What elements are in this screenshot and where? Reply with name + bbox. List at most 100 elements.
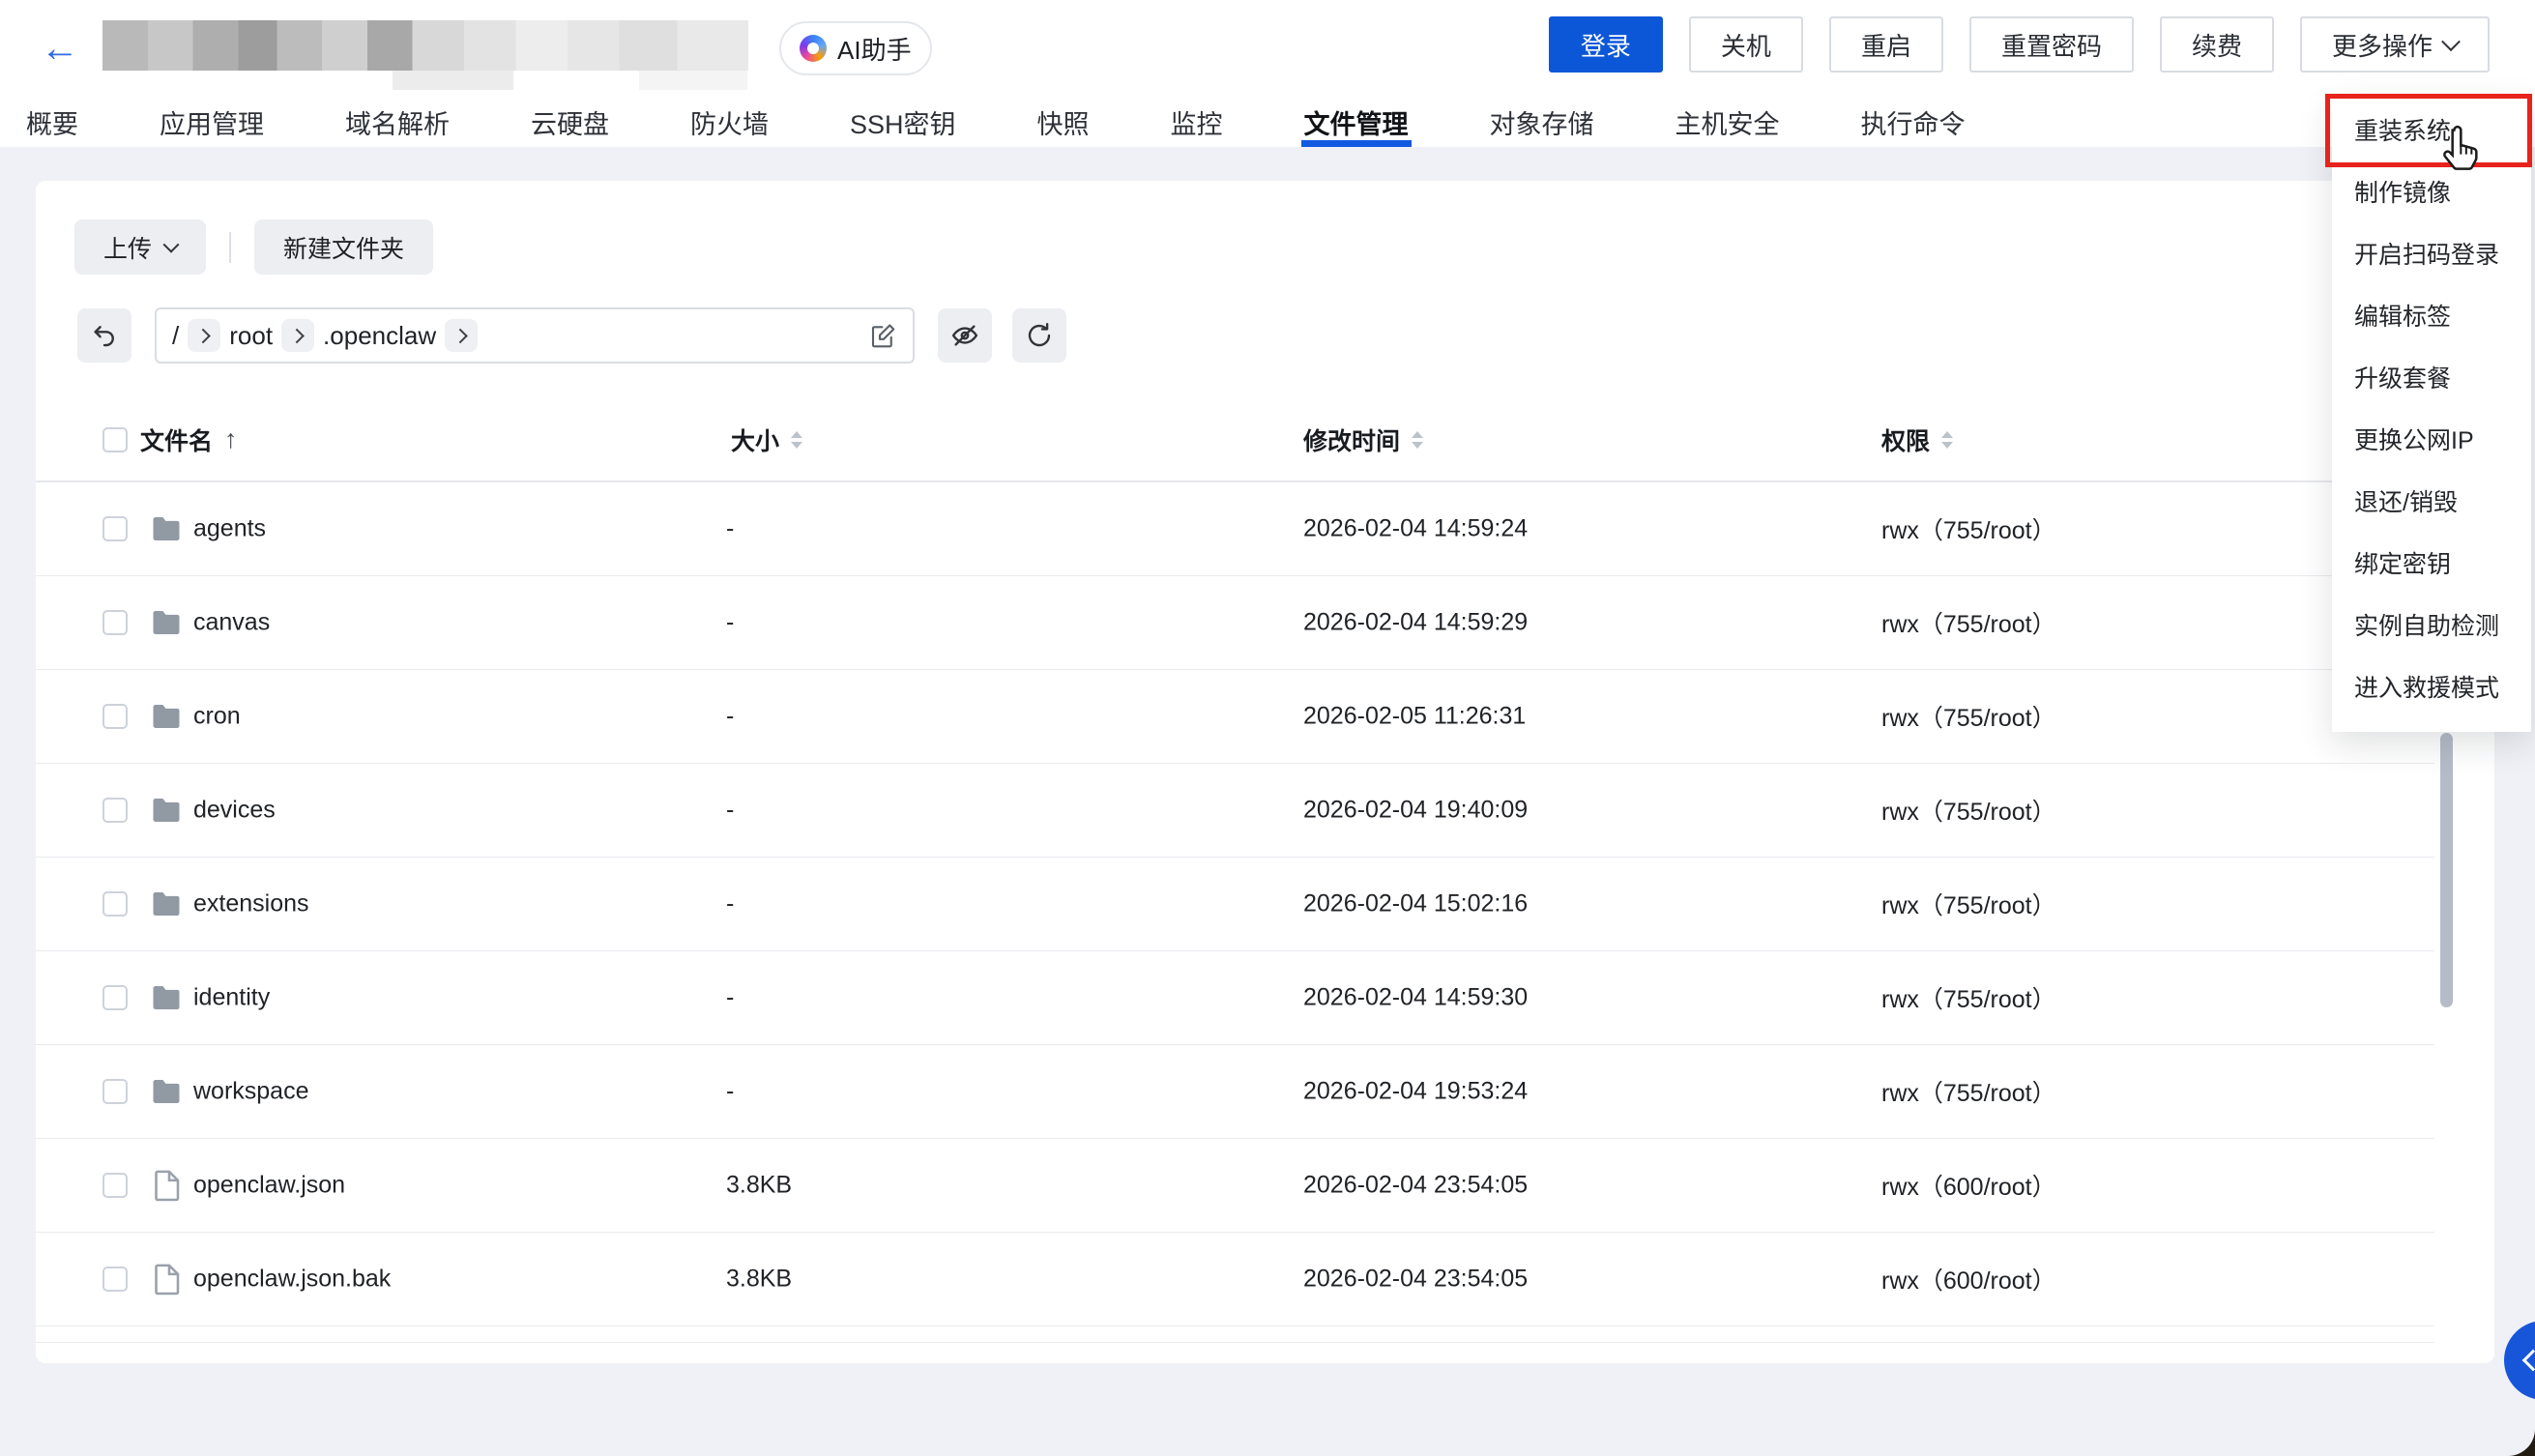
upload-label: 上传 [103, 230, 152, 265]
breadcrumb-root[interactable]: / [172, 321, 179, 351]
topbar-action-button[interactable]: 重启 [1829, 16, 1943, 73]
row-checkbox[interactable] [102, 1079, 128, 1104]
folder-icon [149, 605, 184, 640]
row-checkbox[interactable] [102, 704, 128, 729]
table-row[interactable]: canvas - 2026-02-04 14:59:29 rwx（755/roo… [36, 576, 2434, 670]
refresh-icon [1025, 321, 1054, 350]
topbar-action-button[interactable]: 登录 [1549, 16, 1663, 73]
row-checkbox[interactable] [102, 1267, 128, 1292]
table-row[interactable]: openclaw.json.bak 3.8KB 2026-02-04 23:54… [36, 1233, 2434, 1326]
tab[interactable]: 主机安全 [1675, 97, 1780, 147]
tab[interactable]: 概要 [26, 97, 78, 147]
table-scrollbar[interactable] [2440, 733, 2453, 1007]
tab[interactable]: 文件管理 [1304, 97, 1409, 147]
partial-row [36, 1326, 2434, 1343]
tab[interactable]: SSH密钥 [850, 97, 956, 147]
breadcrumb-segment[interactable]: .openclaw [273, 319, 436, 352]
chevron-down-icon [163, 236, 180, 252]
table-row[interactable]: devices - 2026-02-04 19:40:09 rwx（755/ro… [36, 764, 2434, 858]
file-size: 3.8KB [726, 1266, 792, 1294]
menu-item[interactable]: 退还/销毁 [2332, 472, 2531, 534]
breadcrumb-segment[interactable]: root [179, 319, 273, 352]
new-folder-button[interactable]: 新建文件夹 [254, 219, 433, 275]
file-size: 3.8KB [726, 1172, 792, 1200]
tab[interactable]: 监控 [1171, 97, 1223, 147]
column-header-permission[interactable]: 权限 [1881, 422, 1953, 457]
row-checkbox[interactable] [102, 798, 128, 823]
collapse-panel-button[interactable] [2504, 1321, 2535, 1400]
select-all-checkbox[interactable] [102, 427, 128, 452]
row-checkbox[interactable] [102, 891, 128, 917]
column-header-modified[interactable]: 修改时间 [1303, 422, 1423, 457]
table-header: 文件名 ↑ 大小 修改时间 权限 [36, 398, 2434, 482]
file-name: agents [193, 515, 266, 543]
chevron-right-icon [188, 319, 220, 352]
topbar-action-button[interactable]: 续费 [2160, 16, 2274, 73]
tab[interactable]: 快照 [1037, 97, 1090, 147]
tab[interactable]: 防火墙 [690, 97, 769, 147]
topbar-action-button[interactable]: 重置密码 [1969, 16, 2134, 73]
file-size: - [726, 890, 734, 918]
chevron-right-icon [281, 319, 314, 352]
tab[interactable]: 执行命令 [1861, 97, 1966, 147]
menu-item[interactable]: 绑定密钥 [2332, 534, 2531, 596]
undo-icon [90, 321, 119, 350]
file-modified-time: 2026-02-04 19:53:24 [1303, 1078, 1528, 1106]
tab-label: 概要 [26, 103, 78, 141]
menu-item[interactable]: 进入救援模式 [2332, 657, 2531, 719]
column-header-size[interactable]: 大小 [731, 422, 802, 457]
table-row[interactable]: cron - 2026-02-05 11:26:31 rwx（755/root） [36, 670, 2434, 764]
tab[interactable]: 对象存储 [1490, 97, 1594, 147]
refresh-button[interactable] [1012, 308, 1066, 363]
tab[interactable]: 云硬盘 [531, 97, 609, 147]
menu-item[interactable]: 编辑标签 [2332, 286, 2531, 348]
path-breadcrumb[interactable]: / root .openclaw [155, 307, 915, 364]
menu-item[interactable]: 开启扫码登录 [2332, 224, 2531, 286]
ai-assistant-icon [800, 35, 827, 62]
table-row[interactable]: workspace - 2026-02-04 19:53:24 rwx（755/… [36, 1045, 2434, 1139]
action-label: 重启 [1861, 27, 1911, 63]
row-checkbox[interactable] [102, 516, 128, 541]
file-permission: rwx（755/root） [1881, 511, 2056, 546]
table-row[interactable]: openclaw.json 3.8KB 2026-02-04 23:54:05 … [36, 1139, 2434, 1233]
menu-item[interactable]: 重装系统 [2332, 101, 2531, 162]
toggle-hidden-files-button[interactable] [938, 308, 992, 363]
back-arrow-icon[interactable]: ← [41, 29, 79, 68]
row-checkbox[interactable] [102, 1173, 128, 1198]
topbar-action-button[interactable]: 关机 [1689, 16, 1803, 73]
column-header-filename[interactable]: 文件名 ↑ [140, 422, 238, 457]
topbar-action-button[interactable]: 更多操作 [2300, 16, 2490, 73]
menu-item[interactable]: 更换公网IP [2332, 410, 2531, 472]
folder-icon [149, 793, 184, 828]
folder-icon [149, 887, 184, 921]
chevron-down-icon [2441, 32, 2461, 51]
file-icon [149, 1168, 184, 1203]
tab-label: SSH密钥 [850, 103, 956, 141]
breadcrumb-segment-label: root [229, 321, 273, 351]
table-row[interactable]: identity - 2026-02-04 14:59:30 rwx（755/r… [36, 951, 2434, 1045]
file-modified-time: 2026-02-04 14:59:30 [1303, 984, 1528, 1012]
redacted-server-name [102, 20, 748, 71]
edit-path-icon[interactable] [868, 321, 897, 350]
menu-item[interactable]: 制作镜像 [2332, 162, 2531, 224]
menu-item[interactable]: 升级套餐 [2332, 348, 2531, 410]
file-permission: rwx（755/root） [1881, 605, 2056, 640]
menu-item[interactable]: 实例自助检测 [2332, 596, 2531, 657]
chevron-right-icon [445, 319, 478, 352]
sort-icon [1941, 431, 1953, 449]
file-modified-time: 2026-02-04 14:59:29 [1303, 609, 1528, 637]
table-row[interactable]: extensions - 2026-02-04 15:02:16 rwx（755… [36, 858, 2434, 951]
table-row[interactable]: agents - 2026-02-04 14:59:24 rwx（755/roo… [36, 482, 2434, 576]
folder-icon [149, 980, 184, 1015]
file-size: - [726, 984, 734, 1012]
upload-button[interactable]: 上传 [74, 219, 206, 275]
tab[interactable]: 域名解析 [345, 97, 450, 147]
file-name: cron [193, 703, 241, 731]
row-checkbox[interactable] [102, 610, 128, 635]
ai-assistant-button[interactable]: AI助手 [779, 21, 932, 75]
back-nav-button[interactable] [77, 308, 131, 363]
file-permission: rwx（600/root） [1881, 1262, 2056, 1296]
row-checkbox[interactable] [102, 985, 128, 1010]
tab[interactable]: 应用管理 [160, 97, 264, 147]
file-icon [149, 1262, 184, 1296]
